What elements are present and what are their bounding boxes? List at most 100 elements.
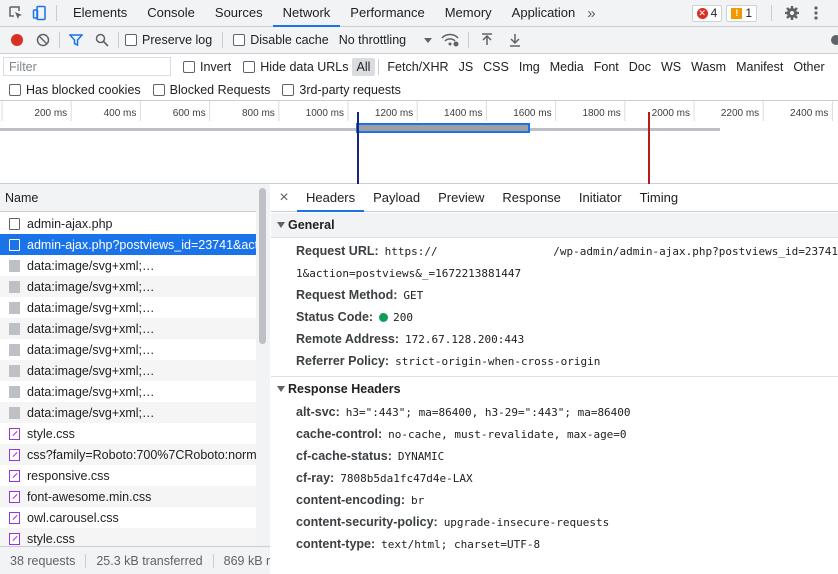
tab-initiator[interactable]: Initiator [570, 184, 631, 212]
network-overview[interactable]: 200 ms 400 ms 600 ms 800 ms 1000 ms 1200 ms 14… [0, 101, 838, 184]
third-party-checkbox[interactable]: 3rd-party requests [282, 83, 401, 97]
tab-sources[interactable]: Sources [205, 0, 273, 26]
type-filter-js[interactable]: JS [454, 58, 479, 76]
checkbox-box[interactable] [243, 60, 256, 73]
image-icon [9, 280, 20, 293]
invert-checkbox[interactable]: Invert [183, 60, 231, 74]
blocked-filter-bar: Has blocked cookies Blocked Requests 3rd… [0, 79, 838, 101]
request-row[interactable]: font-awesome.min.css [0, 486, 256, 507]
header-value: no-cache, must-revalidate, max-age=0 [388, 427, 627, 441]
throttling-select[interactable]: No throttling [339, 33, 433, 47]
request-row[interactable]: data:image/svg+xml;… [0, 402, 256, 423]
tab-payload[interactable]: Payload [364, 184, 429, 212]
type-filter-ws[interactable]: WS [656, 58, 686, 76]
type-filter-css[interactable]: CSS [478, 58, 514, 76]
request-row[interactable]: admin-ajax.php?postviews_id=23741&act… [0, 234, 256, 255]
request-row[interactable]: data:image/svg+xml;… [0, 255, 256, 276]
response-header-row: content-type: text/html; charset=UTF-8 [271, 533, 838, 555]
tab-performance[interactable]: Performance [340, 0, 434, 26]
checkbox-box[interactable] [282, 83, 295, 96]
error-badge[interactable]: ✕ 4 [691, 4, 723, 22]
general-section-header[interactable]: General [271, 213, 838, 238]
request-row[interactable]: css?family=Roboto:700%7CRoboto:norm… [0, 444, 256, 465]
tab-preview[interactable]: Preview [429, 184, 493, 212]
clear-icon[interactable] [33, 30, 53, 50]
disable-cache-checkbox[interactable]: Disable cache [233, 33, 329, 47]
document-icon [9, 238, 20, 251]
type-filter-manifest[interactable]: Manifest [731, 58, 788, 76]
remote-address-label: Remote Address: [296, 332, 400, 346]
inspect-element-icon[interactable] [6, 3, 26, 23]
filter-icon[interactable] [66, 30, 86, 50]
kebab-menu-icon[interactable] [806, 3, 826, 23]
tab-timing[interactable]: Timing [631, 184, 688, 212]
checkbox-box[interactable] [125, 34, 137, 46]
header-value: h3=":443"; ma=86400, h3-29=":443"; ma=86… [345, 405, 631, 419]
import-har-icon[interactable] [477, 30, 497, 50]
tab-application[interactable]: Application [502, 0, 586, 26]
header-value: text/html; charset=UTF-8 [381, 537, 541, 551]
general-title: General [288, 218, 335, 232]
type-filter-fetch-xhr[interactable]: Fetch/XHR [382, 58, 453, 76]
network-settings-icon[interactable] [826, 30, 838, 50]
type-filter-wasm[interactable]: Wasm [686, 58, 731, 76]
type-filter-media[interactable]: Media [545, 58, 589, 76]
network-conditions-icon[interactable] [440, 30, 460, 50]
type-filter-img[interactable]: Img [514, 58, 545, 76]
checkbox-box[interactable] [9, 83, 21, 96]
request-row[interactable]: data:image/svg+xml;… [0, 276, 256, 297]
request-row[interactable]: owl.carousel.css [0, 507, 256, 528]
hide-data-urls-checkbox[interactable]: Hide data URLs [243, 60, 349, 74]
dock-side-icon[interactable] [830, 6, 838, 20]
tab-elements[interactable]: Elements [63, 0, 137, 26]
response-header-row: cf-cache-status: DYNAMIC [271, 445, 838, 467]
tab-network[interactable]: Network [272, 0, 341, 27]
tab-memory[interactable]: Memory [435, 0, 502, 26]
details-tabs: × Headers Payload Preview Response Initi… [271, 184, 838, 212]
warning-badge[interactable]: ! 1 [726, 4, 757, 22]
type-filter-font[interactable]: Font [589, 58, 624, 76]
request-row[interactable]: data:image/svg+xml;… [0, 297, 256, 318]
checkbox-box[interactable] [152, 83, 165, 96]
scrollbar-thumb[interactable] [259, 188, 266, 344]
request-row[interactable]: admin-ajax.php [0, 213, 256, 234]
close-icon[interactable]: × [271, 189, 297, 207]
has-blocked-cookies-checkbox[interactable]: Has blocked cookies [9, 83, 141, 97]
request-name: data:image/svg+xml;… [27, 384, 155, 399]
more-tabs-icon[interactable]: » [587, 5, 595, 22]
request-row[interactable]: style.css [0, 423, 256, 444]
image-icon [9, 301, 20, 314]
tab-headers[interactable]: Headers [297, 184, 365, 212]
request-row[interactable]: responsive.css [0, 465, 256, 486]
gear-icon[interactable] [782, 3, 802, 23]
type-filter-other[interactable]: Other [788, 58, 829, 76]
request-row[interactable]: data:image/svg+xml;… [0, 360, 256, 381]
checkbox-box[interactable] [233, 34, 246, 46]
request-row[interactable]: data:image/svg+xml;… [0, 318, 256, 339]
request-row[interactable]: data:image/svg+xml;… [0, 381, 256, 402]
export-har-icon[interactable] [505, 30, 525, 50]
device-toolbar-icon[interactable] [30, 3, 50, 23]
remote-address-value: 172.67.128.200:443 [405, 332, 525, 346]
response-headers-title: Response Headers [288, 382, 401, 396]
checkbox-box[interactable] [183, 60, 195, 73]
response-header-row: content-encoding: br [271, 489, 838, 511]
request-name: data:image/svg+xml;… [27, 300, 155, 315]
tab-response[interactable]: Response [493, 184, 570, 212]
response-headers-section-header[interactable]: Response Headers [271, 376, 838, 401]
response-header-row: cache-control: no-cache, must-revalidate,… [271, 423, 838, 445]
stylesheet-icon [9, 532, 20, 545]
type-filter-doc[interactable]: Doc [624, 58, 656, 76]
blocked-requests-checkbox[interactable]: Blocked Requests [152, 83, 270, 97]
type-filter-all[interactable]: All [351, 57, 376, 76]
tab-console[interactable]: Console [137, 0, 205, 26]
name-column-header[interactable]: Name [0, 184, 269, 212]
filter-input[interactable]: Filter [3, 57, 171, 76]
preserve-log-checkbox[interactable]: Preserve log [125, 33, 212, 47]
requests-panel: Name admin-ajax.php admin-ajax.php?postvi… [0, 184, 270, 574]
status-ok-icon [379, 312, 389, 322]
record-button[interactable] [7, 30, 27, 50]
search-icon[interactable] [92, 30, 112, 50]
header-name: content-encoding: [296, 493, 406, 507]
request-row[interactable]: data:image/svg+xml;… [0, 339, 256, 360]
